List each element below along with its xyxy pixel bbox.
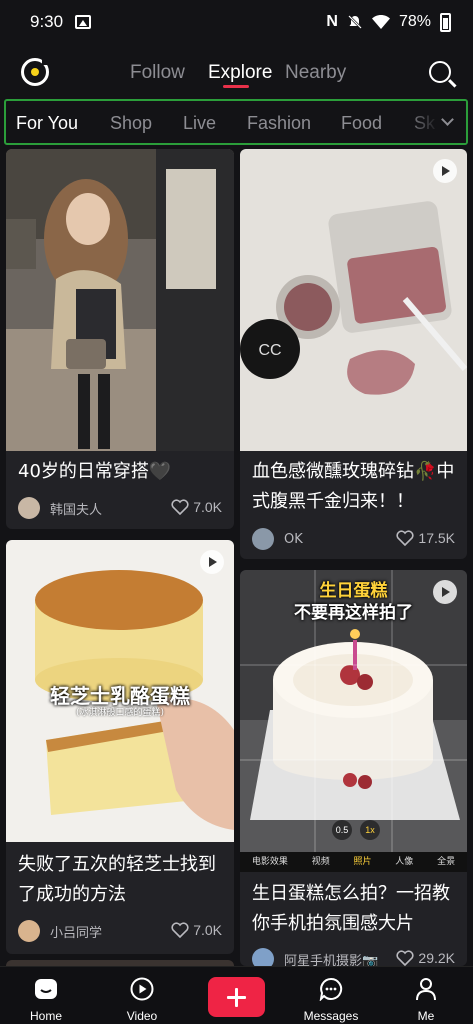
card-title: 40岁的日常穿搭🖤 [18,461,172,482]
like-count[interactable]: 7.0K [171,499,222,515]
play-icon[interactable] [433,580,457,604]
profile-icon [416,978,436,1001]
active-tab-indicator [223,85,249,88]
tab-follow[interactable]: Follow [130,62,185,84]
category-fade [406,101,466,143]
card-author[interactable]: OK [252,528,303,550]
category-fashion[interactable]: Fashion [247,113,311,134]
bottom-nav: Home Video Messages Me [0,966,473,1024]
image-notification-icon [75,15,92,29]
zoom-control: 0.5 1x [332,820,380,840]
status-icons: N 78% [326,12,451,32]
feed-card[interactable]: 轻芝士乳酪蛋糕 (冰淇淋般口感的蛋糕) 失败了五次的轻芝士找到了成功的方法 小吕… [6,540,234,954]
heart-icon [171,922,189,938]
app-logo-icon[interactable] [21,57,50,86]
like-count[interactable]: 7.0K [171,922,222,938]
heart-icon [171,499,189,515]
category-for-you[interactable]: For You [16,113,78,134]
battery-icon [440,12,451,32]
heart-icon [396,950,414,966]
camera-mode: 电影效果 [251,857,288,867]
zoom-option-active: 1x [360,820,380,840]
like-count-value: 7.0K [193,922,222,938]
top-nav: Follow Explore Nearby [0,50,473,96]
like-count-value: 17.5K [418,530,455,546]
avatar [18,497,40,519]
nav-label: Me [417,1009,435,1023]
camera-mode-bar: 电影效果 视频 照片 人像 全景 [240,854,467,870]
bell-off-icon [348,15,362,29]
like-count-value: 7.0K [193,499,222,515]
avatar [252,528,274,550]
card-author[interactable]: 小吕同学 [18,920,102,942]
message-bubble-icon [319,977,343,1001]
search-icon[interactable] [429,61,451,83]
play-icon[interactable] [200,550,224,574]
author-name: 韩国夫人 [50,502,103,518]
author-name: 阿星手机摄影📷 [284,953,379,967]
camera-mode-active: 照片 [353,857,372,867]
card-author[interactable]: 阿星手机摄影📷 [252,948,378,966]
author-name: 小吕同学 [50,925,103,941]
category-food[interactable]: Food [341,113,382,134]
video-play-icon [130,977,154,1001]
category-shop[interactable]: Shop [110,113,152,134]
like-count[interactable]: 17.5K [396,530,455,546]
card-title: 失败了五次的轻芝士找到了成功的方法 [18,854,216,905]
like-count[interactable]: 29.2K [396,950,455,966]
card-title: 生日蛋糕怎么拍？一招教你手机拍氛围感大片 [252,883,450,934]
play-icon[interactable] [433,159,457,183]
zoom-option: 0.5 [332,820,352,840]
battery-percent: 78% [398,13,431,30]
like-count-value: 29.2K [418,950,455,966]
camera-mode: 人像 [395,857,414,867]
svg-text:CC: CC [258,342,281,359]
card-author[interactable]: 韩国夫人 [18,497,102,519]
card-image: CC [240,149,467,451]
nav-label: Video [126,1009,158,1023]
status-bar: 9:30 N 78% [0,0,473,44]
nfc-icon: N [326,13,338,30]
nav-label: Home [29,1009,62,1023]
card-title: 血色感微醺玫瑰碎钻🥀中式腹黑千金归来！！ [252,461,455,512]
tab-explore[interactable]: Explore [208,62,272,84]
avatar [252,948,274,966]
category-live[interactable]: Live [183,113,216,134]
feed-card[interactable]: CC 血色感微醺玫瑰碎钻🥀中式腹黑千金归来！！ OK 17.5K [240,149,467,559]
card-overlay-text-2: 不要再这样拍了 [294,603,413,623]
home-icon [35,979,57,999]
feed-card[interactable]: 生日蛋糕 不要再这样拍了 0.5 1x 电影效果 视频 照片 人像 全景 生日蛋… [240,570,467,966]
status-time: 9:30 [30,12,64,31]
create-post-button[interactable] [208,977,265,1017]
heart-icon [396,530,414,546]
wifi-icon [371,15,390,29]
card-image [6,149,234,451]
camera-mode: 视频 [311,857,330,867]
card-overlay-subtext: (冰淇淋般口感的蛋糕) [75,708,165,718]
feed-card[interactable]: 40岁的日常穿搭🖤 韩国夫人 7.0K [6,149,234,529]
camera-mode: 全景 [437,857,456,867]
category-bar: For You Shop Live Fashion Food Sk [4,99,468,145]
avatar [18,920,40,942]
author-name: OK [284,531,303,547]
tab-nearby[interactable]: Nearby [285,62,346,84]
nav-label: Messages [303,1009,359,1023]
